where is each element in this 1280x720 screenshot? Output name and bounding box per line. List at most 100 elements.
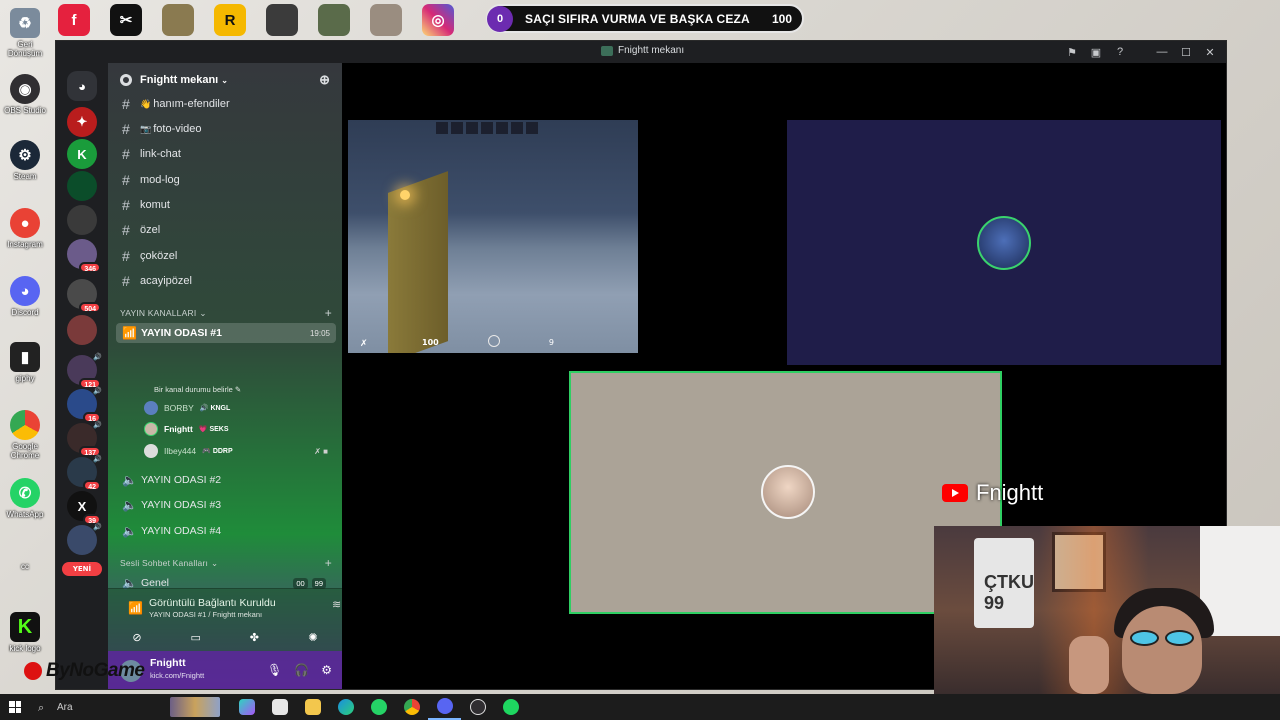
server-item[interactable]: 346: [67, 239, 101, 273]
channel-mod-log[interactable]: # mod-log: [116, 169, 336, 191]
voice-channel-active[interactable]: 📶 YAYIN ODASI #1 19:05: [116, 323, 336, 343]
flag-icon[interactable]: ⚑: [1060, 41, 1084, 63]
help-icon[interactable]: ?: [1108, 41, 1132, 63]
camera-off-icon[interactable]: ⊘: [120, 627, 154, 647]
voice-channel[interactable]: 🔈 YAYIN ODASI #2: [116, 470, 336, 490]
server-item[interactable]: ✦: [67, 107, 97, 137]
stream-signal-icon: 📶: [122, 326, 137, 340]
server-item[interactable]: 🔊 42: [67, 456, 102, 491]
voice-user[interactable]: BORBY 🔊 KNGL: [144, 399, 334, 417]
channel-hanim-efendiler[interactable]: # 👋 hanım-efendiler: [116, 93, 336, 115]
desktop-icon-chrome[interactable]: Google Chrome: [2, 410, 48, 460]
voice-location[interactable]: YAYIN ODASI #1 / Fnightt mekanı: [149, 610, 262, 619]
game3-icon[interactable]: [318, 4, 350, 36]
server-item[interactable]: [67, 171, 97, 201]
taskbar-search[interactable]: ⌕ Ara: [30, 694, 226, 720]
new-unreads-pill[interactable]: YENİ: [62, 562, 102, 576]
avatar: [977, 216, 1031, 270]
game-hud-top: [436, 122, 556, 134]
discord-home-icon[interactable]: ◕: [67, 71, 97, 101]
guild-icon: [120, 74, 132, 86]
participant-tile[interactable]: [787, 120, 1221, 365]
channel-link-chat[interactable]: # link-chat: [116, 143, 336, 165]
guild-header[interactable]: Fnightt mekanı ⌄ ⊕: [108, 63, 342, 97]
game4-icon[interactable]: [370, 4, 402, 36]
server-item[interactable]: 504: [67, 279, 101, 313]
add-channel-icon[interactable]: +: [325, 306, 332, 320]
speaker-icon: 🔊: [93, 456, 102, 463]
taskbar-explorer[interactable]: [296, 694, 329, 720]
server-item[interactable]: K: [67, 139, 97, 169]
faceit-icon[interactable]: f: [58, 4, 90, 36]
voice-user[interactable]: Fnightt 💗 SEKS: [144, 420, 334, 438]
server-item[interactable]: 🔊: [67, 524, 102, 555]
hash-icon: #: [122, 96, 130, 112]
channel-status-prompt[interactable]: Bir kanal durumu belirle ✎: [154, 385, 241, 394]
desktop-icon-giphy[interactable]: ▮ giphy: [2, 342, 48, 383]
start-button[interactable]: [0, 694, 30, 720]
username: Fnightt: [150, 657, 186, 669]
taskbar-obs[interactable]: [461, 694, 494, 720]
hash-icon: #: [122, 121, 130, 137]
desktop-icon-discord[interactable]: ◕ Discord: [2, 276, 48, 317]
signal-icon[interactable]: 📶: [128, 601, 143, 615]
taskbar-copilot[interactable]: [230, 694, 263, 720]
streamer-hand: [1069, 636, 1109, 694]
server-item[interactable]: 🔊 121: [67, 354, 102, 389]
minimize-button[interactable]: —: [1150, 41, 1174, 63]
microphone-icon[interactable]: 🎙: [267, 663, 282, 677]
desktop-icon-steam[interactable]: ⚙ Steam: [2, 140, 48, 181]
desktop-icon-cc[interactable]: cc: [2, 560, 48, 571]
taskbar-edge[interactable]: [329, 694, 362, 720]
desktop-icon-recycle-bin[interactable]: ♻ Geri Dönüşüm: [2, 8, 48, 58]
unread-badge: 504: [79, 302, 101, 313]
activities-icon[interactable]: ✤: [237, 627, 271, 647]
taskbar-discord[interactable]: [428, 694, 461, 720]
voice-user[interactable]: Ilbey444 🎮 DDRP ✗ ■: [144, 442, 334, 460]
server-item[interactable]: [67, 315, 97, 345]
taskbar-spotify[interactable]: [494, 694, 527, 720]
screen-share-icon[interactable]: ▭: [179, 627, 213, 647]
channel-acayipozel[interactable]: # acayipözel: [116, 270, 336, 292]
instagram-icon[interactable]: ◎: [422, 4, 454, 36]
noise-suppression-icon[interactable]: ≋: [332, 598, 341, 611]
game-icon[interactable]: [162, 4, 194, 36]
channel-cokozel[interactable]: # çoközel: [116, 245, 336, 267]
desktop-icon-instagram[interactable]: ● Instagram: [2, 208, 48, 249]
popout-icon[interactable]: ▣: [1084, 41, 1108, 63]
channel-foto-video[interactable]: # 📷 foto-video: [116, 118, 336, 140]
server-item[interactable]: 🔊 137: [67, 422, 102, 457]
rockstar-icon[interactable]: R: [214, 4, 246, 36]
invite-icon[interactable]: ⊕: [319, 72, 330, 88]
desktop-icon-obs[interactable]: ◉ OBS Studio: [2, 74, 48, 115]
screen-share-tile[interactable]: ✗ 100 9: [348, 120, 638, 353]
close-button[interactable]: ✕: [1198, 41, 1222, 63]
voice-channel[interactable]: 🔈 YAYIN ODASI #4: [116, 521, 336, 541]
taskbar-chrome[interactable]: [395, 694, 428, 720]
voice-channel[interactable]: 🔈 YAYIN ODASI #3: [116, 495, 336, 515]
desktop-icon-kick[interactable]: K kick logo: [2, 612, 48, 653]
taskbar-store[interactable]: [263, 694, 296, 720]
server-item[interactable]: 🔊 16: [67, 388, 102, 423]
edge-icon: [337, 699, 354, 715]
kick-icon: K: [10, 612, 40, 642]
add-channel-icon[interactable]: +: [325, 556, 332, 570]
channel-komut[interactable]: # komut: [116, 194, 336, 216]
chevron-down-icon: ⌄: [211, 557, 219, 568]
soundboard-icon[interactable]: ✺: [296, 627, 330, 647]
youtube-icon: [942, 484, 968, 502]
chrome-icon: [10, 410, 40, 440]
server-item[interactable]: X 39: [67, 491, 101, 525]
channel-ozel[interactable]: # özel: [116, 219, 336, 241]
headphones-icon[interactable]: 🎧: [294, 663, 309, 677]
capcut-icon[interactable]: ✂: [110, 4, 142, 36]
category-voice-chat[interactable]: Sesli Sohbet Kanalları ⌄ +: [120, 556, 332, 570]
game2-icon[interactable]: [266, 4, 298, 36]
desktop-icon-whatsapp[interactable]: ✆ WhatsApp: [2, 478, 48, 519]
gear-icon[interactable]: ⚙: [321, 663, 332, 677]
server-item[interactable]: [67, 205, 97, 235]
category-stream-channels[interactable]: YAYIN KANALLARI ⌄ +: [120, 306, 332, 320]
avatar: [761, 465, 815, 519]
taskbar-whatsapp[interactable]: [362, 694, 395, 720]
maximize-button[interactable]: ☐: [1174, 41, 1198, 63]
